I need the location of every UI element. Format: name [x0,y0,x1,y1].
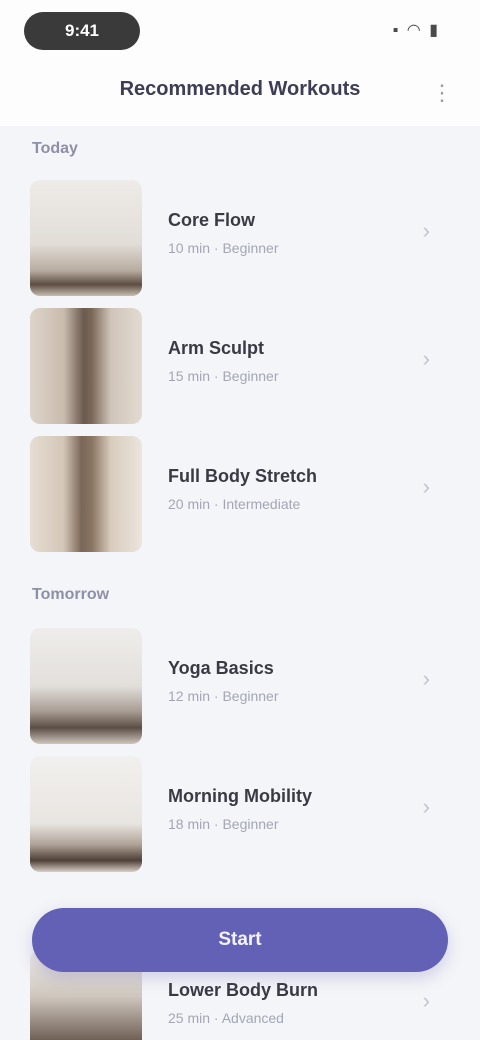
workout-subtitle: 18 min · Beginner [168,816,279,832]
status-time: 9:41 [24,12,140,50]
chevron-right-icon: › [422,346,430,371]
workout-row[interactable]: Yoga Basics 12 min · Beginner › [0,622,480,750]
workout-title: Morning Mobility [168,786,312,806]
workout-thumbnail [30,436,142,552]
workout-thumbnail [30,628,142,744]
workout-row[interactable]: Core Flow 10 min · Beginner › [0,174,480,302]
chevron-right-icon: › [422,988,430,1013]
workout-thumbnail [30,756,142,872]
workout-subtitle: 20 min · Intermediate [168,496,301,512]
status-icons: ▪ ◠ ▮ [392,22,440,39]
workout-row[interactable]: Arm Sculpt 15 min · Beginner › [0,302,480,430]
workout-row[interactable]: Full Body Stretch 20 min · Intermediate … [0,430,480,558]
section-label-today: Today [32,140,78,157]
workout-title: Lower Body Burn [168,980,319,1000]
workout-thumbnail [30,308,142,424]
chevron-right-icon: › [422,474,430,499]
workout-title: Full Body Stretch [168,466,318,486]
workout-subtitle: 15 min · Beginner [168,368,279,384]
workout-subtitle: 25 min · Advanced [168,1010,284,1026]
start-button[interactable]: Start [32,908,448,972]
workout-title: Arm Sculpt [168,338,265,358]
chevron-right-icon: › [422,218,430,243]
chevron-right-icon: › [422,794,430,819]
nav-bar: Recommended Workouts ⋮ [0,64,480,126]
chevron-right-icon: › [422,666,430,691]
page-title: Recommended Workouts [119,78,361,100]
workout-title: Core Flow [168,210,256,230]
workout-title: Yoga Basics [168,658,274,678]
workout-subtitle: 10 min · Beginner [168,240,279,256]
section-label-tomorrow: Tomorrow [32,586,110,603]
workout-thumbnail [30,180,142,296]
more-menu-icon[interactable]: ⋮ [428,78,456,108]
workout-row[interactable]: Morning Mobility 18 min · Beginner › [0,750,480,878]
status-bar: 9:41 ▪ ◠ ▮ [0,0,480,64]
workout-subtitle: 12 min · Beginner [168,688,279,704]
